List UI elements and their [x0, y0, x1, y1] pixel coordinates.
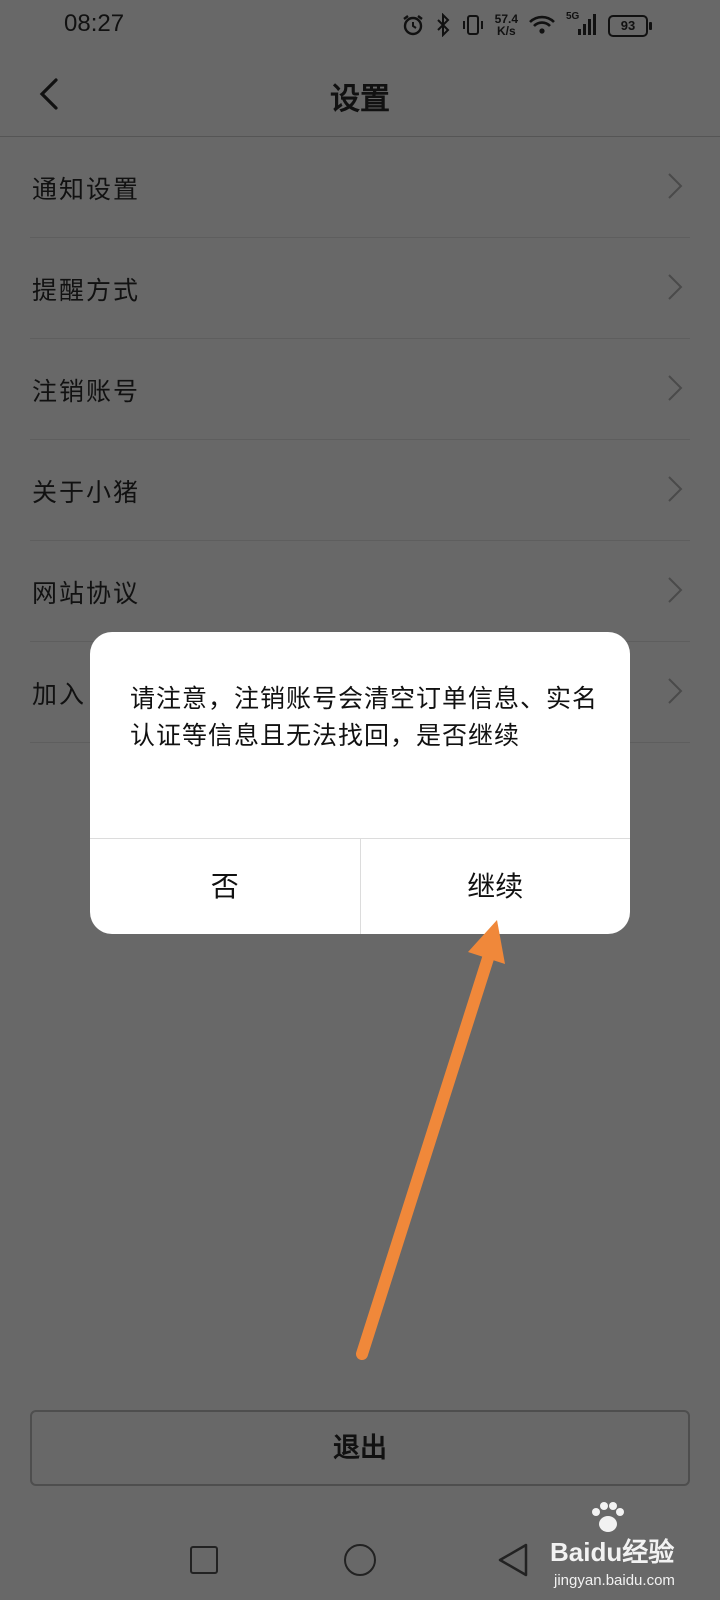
watermark-brand: Baidu经验 [550, 1537, 675, 1567]
settings-item-site-agreement[interactable]: 网站协议 [30, 541, 690, 642]
alarm-icon [402, 15, 423, 36]
confirm-dialog: 请注意，注销账号会清空订单信息、实名认证等信息且无法找回，是否继续 否 继续 [90, 632, 630, 934]
vibrate-icon [462, 15, 483, 35]
baidu-watermark: Baidu经验 jingyan.baidu.com [550, 1500, 720, 1600]
status-time: 08:27 [64, 10, 125, 37]
dialog-buttons: 否 继续 [90, 838, 630, 934]
chevron-right-icon [668, 173, 683, 199]
settings-item-label: 加入 [32, 680, 87, 709]
battery-indicator: 93 [608, 15, 652, 37]
status-icons: 57.4 K/s 5G [401, 10, 596, 40]
chevron-right-icon [668, 274, 683, 300]
page-title: 设置 [330, 82, 390, 117]
app-header: 设置 [0, 50, 720, 137]
watermark-url: jingyan.baidu.com [554, 1572, 675, 1589]
dialog-continue-button[interactable]: 继续 [359, 839, 631, 934]
chevron-right-icon [668, 678, 683, 704]
chevron-right-icon [668, 375, 683, 401]
logout-button[interactable]: 退出 [30, 1410, 690, 1486]
net-speed-unit: K/s [496, 24, 516, 38]
paw-logo-icon [592, 1502, 624, 1532]
status-bar: 08:27 57.4 K/s 5G 93 [0, 0, 720, 50]
chevron-right-icon [668, 476, 683, 502]
net-speed: 57.4 K/s [495, 13, 518, 37]
settings-item-reminder[interactable]: 提醒方式 [30, 238, 690, 339]
bluetooth-icon [436, 13, 450, 37]
settings-item-label: 提醒方式 [32, 276, 141, 305]
home-icon[interactable] [344, 1544, 376, 1576]
chevron-right-icon [668, 577, 683, 603]
dialog-cancel-button[interactable]: 否 [90, 839, 360, 934]
settings-item-label: 网站协议 [32, 579, 141, 608]
recent-apps-icon[interactable] [190, 1546, 218, 1574]
back-triangle-icon[interactable] [496, 1542, 530, 1578]
settings-item-label: 注销账号 [32, 377, 141, 406]
settings-item-delete-account[interactable]: 注销账号 [30, 339, 690, 440]
signal-bars-icon [578, 14, 596, 35]
wifi-icon [529, 15, 555, 34]
settings-item-about[interactable]: 关于小猪 [30, 440, 690, 541]
settings-item-label: 关于小猪 [32, 478, 141, 507]
settings-item-label: 通知设置 [32, 175, 141, 204]
settings-item-notification[interactable]: 通知设置 [30, 137, 690, 238]
signal-5g: 5G [566, 11, 596, 37]
dialog-message: 请注意，注销账号会清空订单信息、实名认证等信息且无法找回，是否继续 [130, 684, 599, 750]
